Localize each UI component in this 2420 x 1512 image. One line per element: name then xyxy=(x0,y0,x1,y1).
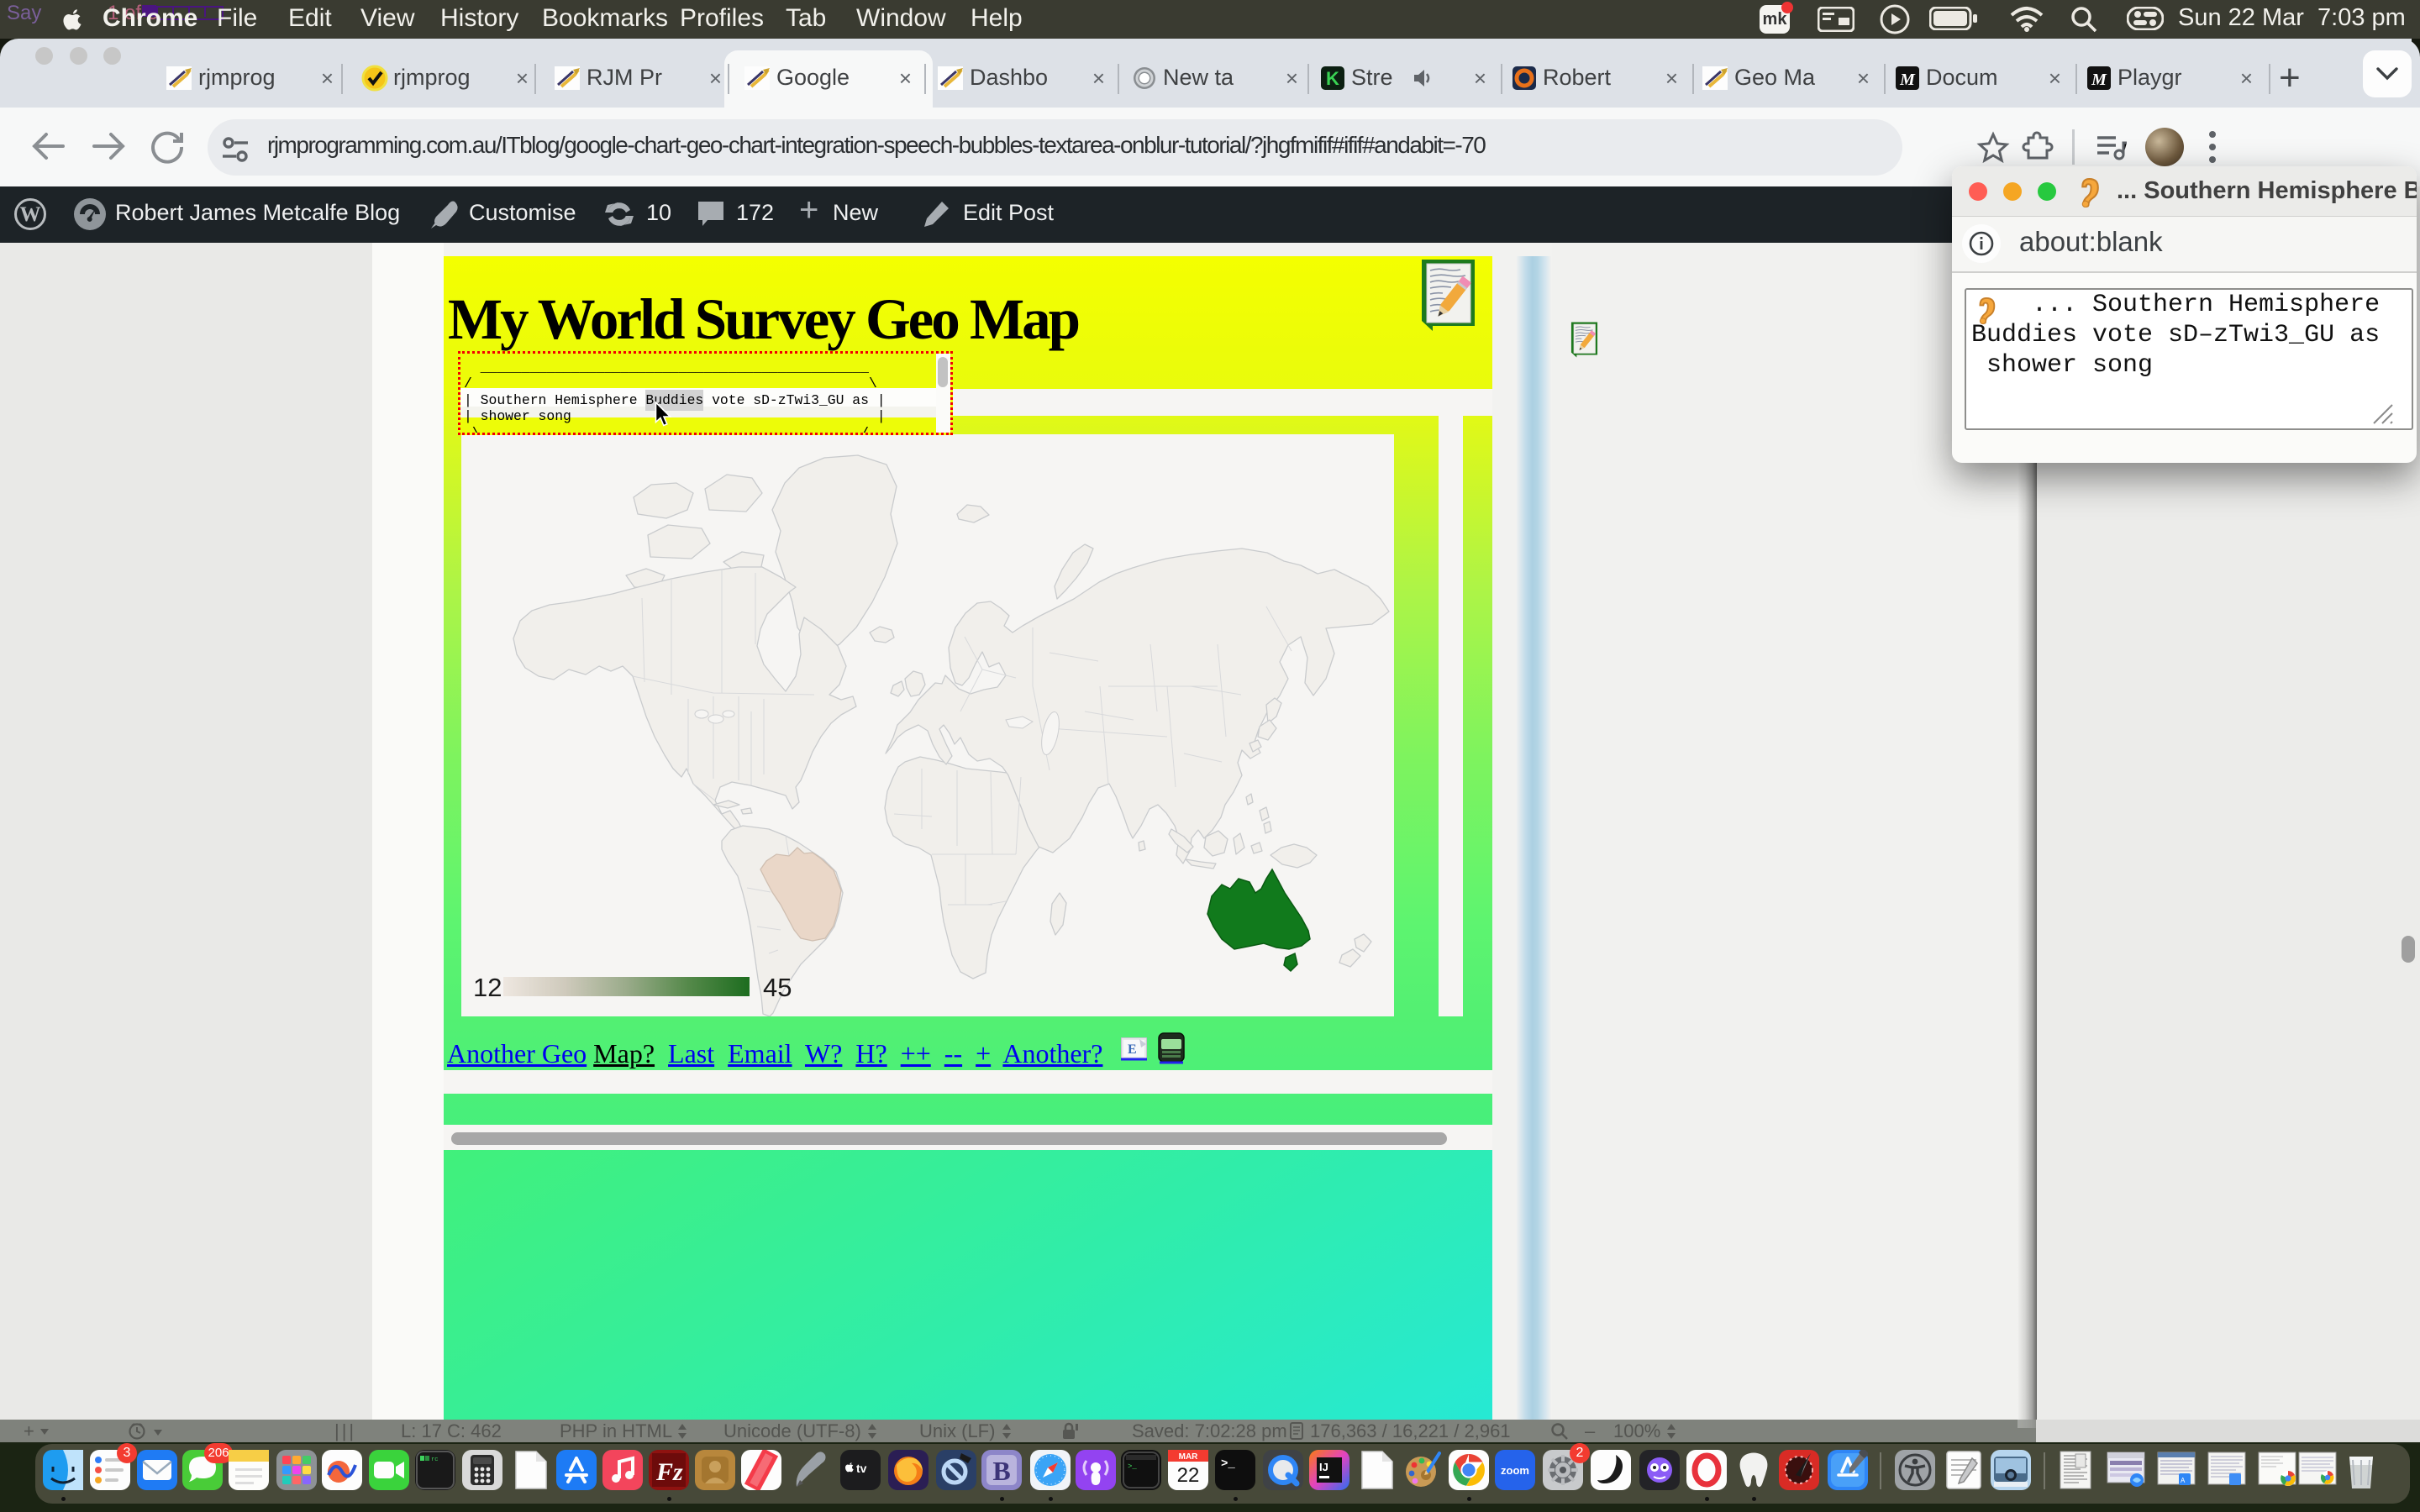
svg-text:zoom: zoom xyxy=(1501,1464,1529,1477)
svg-text:IJ: IJ xyxy=(1319,1461,1328,1473)
svg-text:45: 45 xyxy=(763,973,792,1002)
svg-text:>_: >_ xyxy=(1128,1462,1137,1471)
svg-text:W: W xyxy=(20,203,41,226)
svg-text:M: M xyxy=(1899,71,1916,89)
svg-text:MAR: MAR xyxy=(1179,1452,1199,1462)
svg-text:B: B xyxy=(992,1456,1010,1486)
svg-text:Fz: Fz xyxy=(655,1458,683,1486)
svg-text:12: 12 xyxy=(473,973,502,1002)
svg-text:M: M xyxy=(2091,71,2107,89)
svg-text:tv: tv xyxy=(856,1462,867,1475)
svg-text:>_: >_ xyxy=(1221,1457,1235,1471)
svg-text:A: A xyxy=(2181,1477,2186,1484)
svg-text:22: 22 xyxy=(1177,1464,1200,1487)
svg-text:K: K xyxy=(1326,68,1339,89)
svg-text:rc: rc xyxy=(431,1457,438,1463)
svg-text:E: E xyxy=(1128,1042,1137,1057)
